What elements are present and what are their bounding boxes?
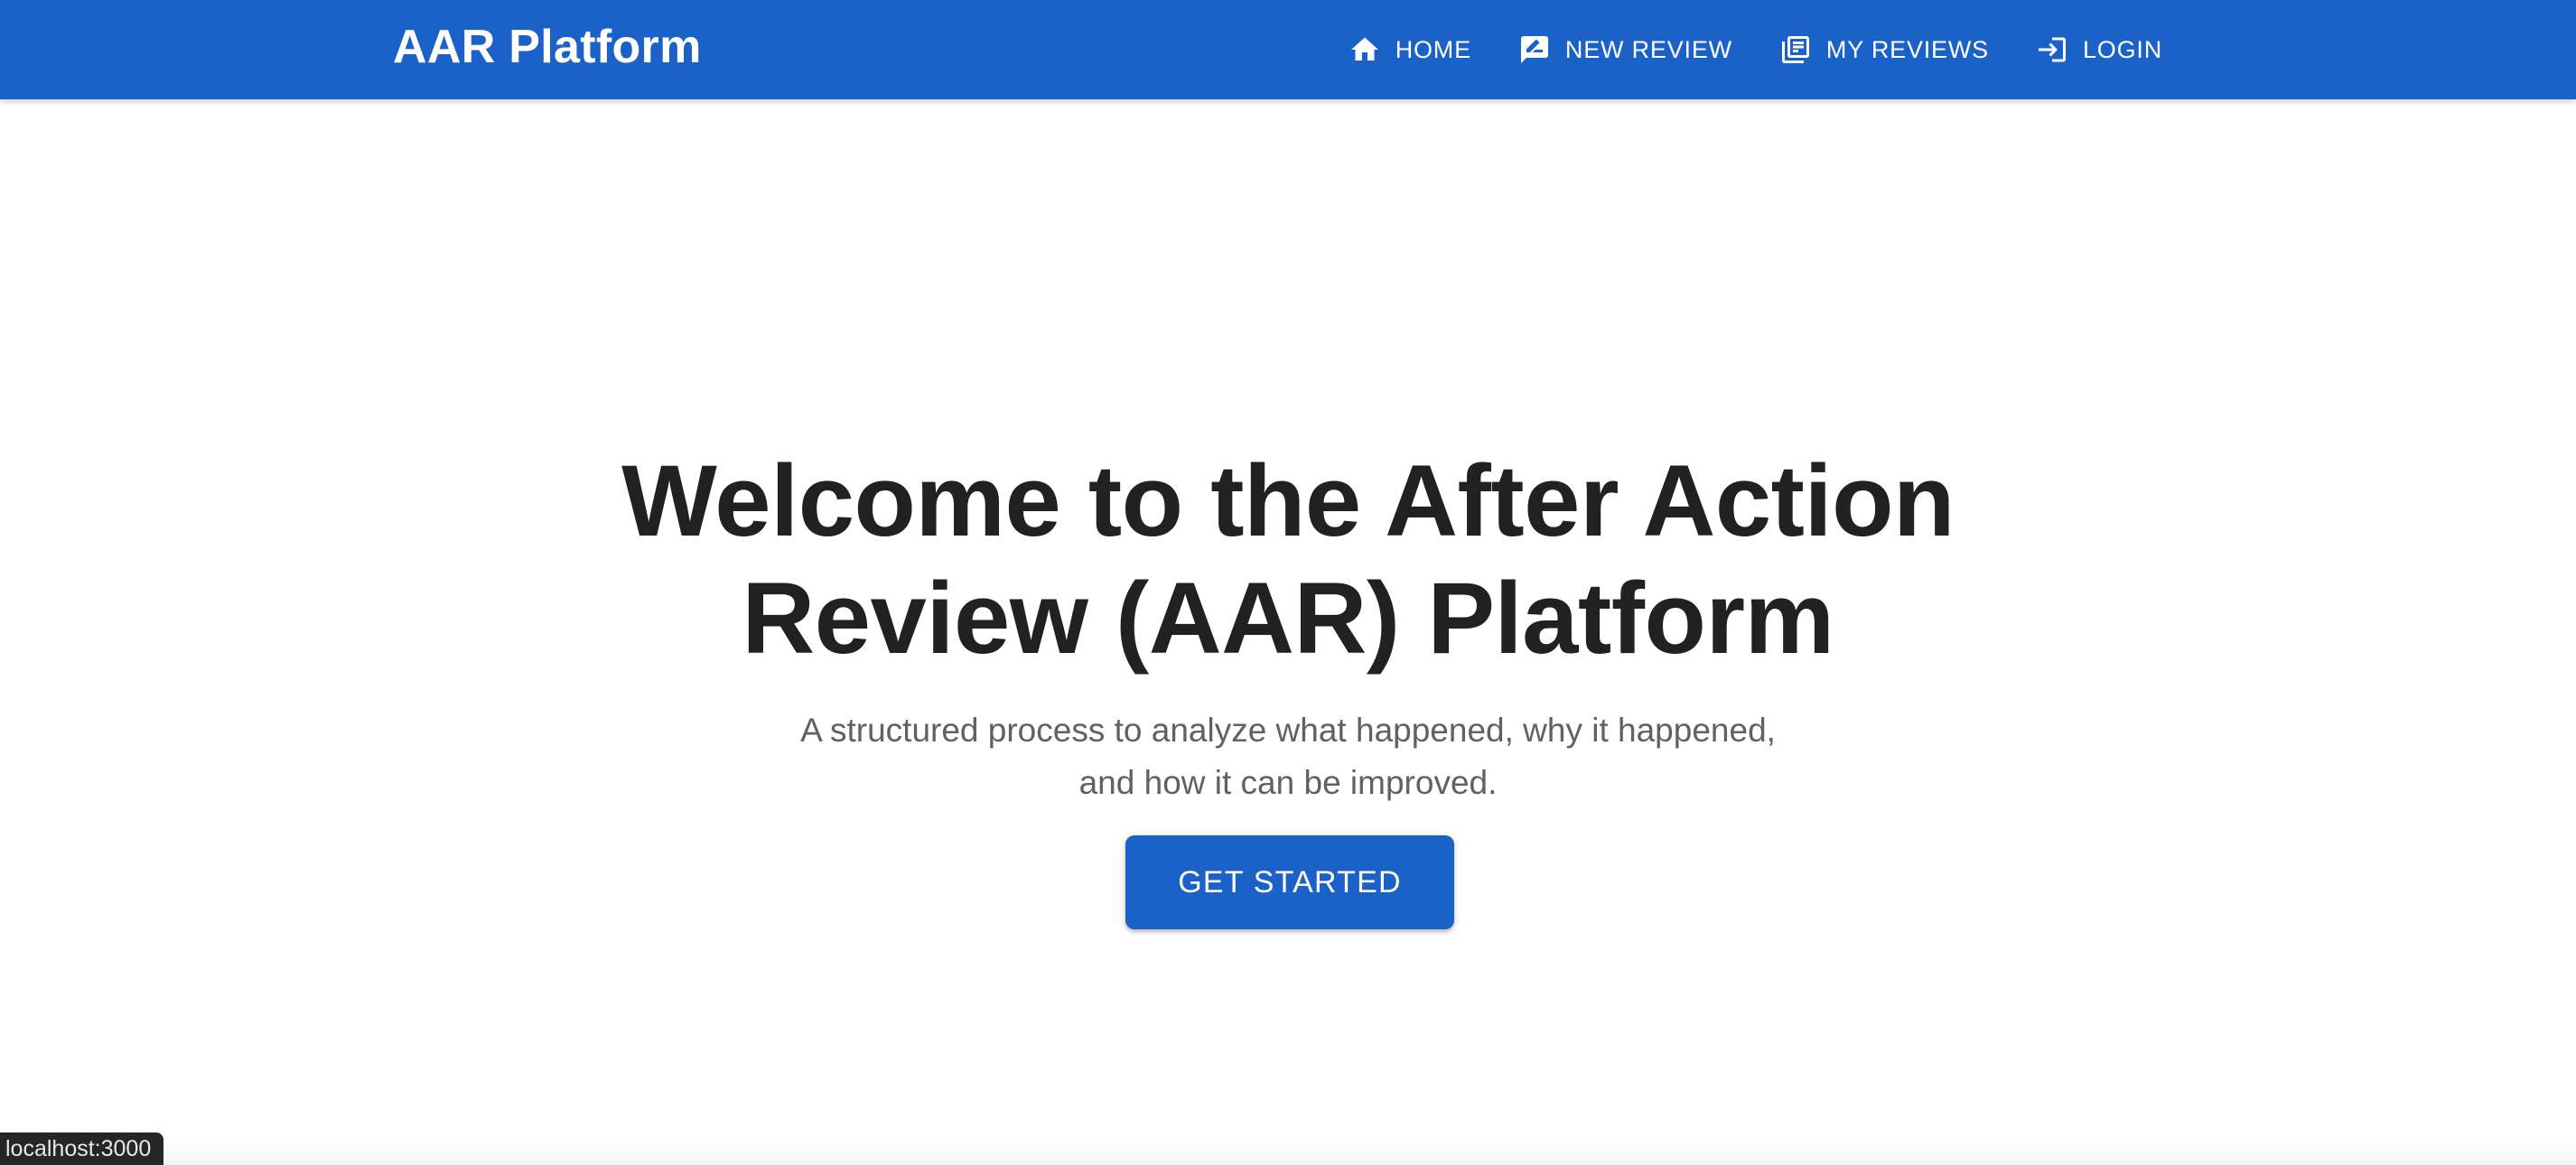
app-bar: AAR Platform HOME NEW REVIEW MY REVIEWS … xyxy=(0,0,2576,99)
nav-login-label: LOGIN xyxy=(2082,35,2162,63)
hero-subtitle-line-1: A structured process to analyze what hap… xyxy=(800,712,1776,749)
nav-home-button[interactable]: HOME xyxy=(1349,24,1471,75)
status-bar-url: localhost:3000 xyxy=(0,1132,164,1165)
hero-subtitle: A structured process to analyze what hap… xyxy=(746,704,1830,809)
nav-login-button[interactable]: LOGIN xyxy=(2036,24,2162,75)
rate-review-icon xyxy=(1520,36,1548,63)
home-icon xyxy=(1350,37,1378,61)
nav-new-review-label: NEW REVIEW xyxy=(1564,35,1732,63)
hero-section: Welcome to the After Action Review (AAR)… xyxy=(0,0,2576,1165)
nav-home-label: HOME xyxy=(1395,35,1471,63)
brand-logo-text[interactable]: AAR Platform xyxy=(393,18,702,76)
library-books-icon xyxy=(1781,36,1809,63)
bottom-shade xyxy=(0,1140,2576,1165)
hero-subtitle-line-2: and how it can be improved. xyxy=(1078,764,1498,801)
page-title-line-1: Welcome to the After Action xyxy=(621,444,1955,557)
get-started-button[interactable]: GET STARTED xyxy=(1125,835,1454,929)
login-icon xyxy=(2038,37,2066,62)
top-nav: HOME NEW REVIEW MY REVIEWS LOGIN xyxy=(1349,0,2162,99)
nav-my-reviews-button[interactable]: MY REVIEWS xyxy=(1779,24,1989,75)
nav-new-review-button[interactable]: NEW REVIEW xyxy=(1518,24,1732,75)
page-title-line-2: Review (AAR) Platform xyxy=(742,562,1834,675)
page-title: Welcome to the After Action Review (AAR)… xyxy=(565,443,2011,677)
nav-my-reviews-label: MY REVIEWS xyxy=(1825,35,1989,63)
